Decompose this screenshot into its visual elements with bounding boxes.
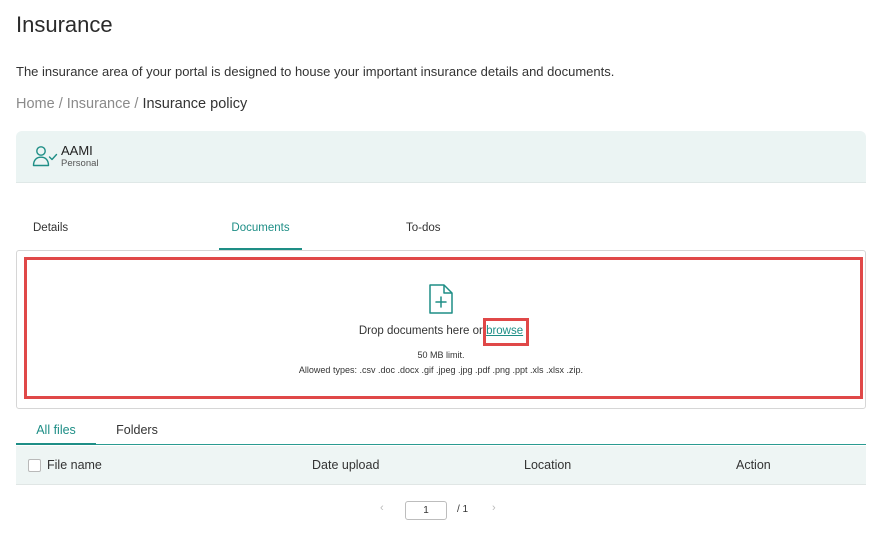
column-location[interactable]: Location — [524, 458, 571, 472]
chevron-left-icon[interactable]: ‹ — [380, 502, 384, 514]
file-tabs: All files Folders — [16, 418, 866, 445]
tab-todos[interactable]: To-dos — [406, 212, 466, 250]
policy-type: Personal — [61, 158, 99, 169]
breadcrumb-separator: / — [58, 96, 63, 112]
page-number-input[interactable] — [405, 501, 447, 520]
size-limit: 50 MB limit. — [417, 350, 465, 360]
tab-details[interactable]: Details — [33, 212, 93, 250]
tab-folders[interactable]: Folders — [112, 418, 162, 445]
upload-dropzone[interactable]: Drop documents here or browse 50 MB limi… — [16, 250, 866, 409]
policy-card: AAMI Personal — [16, 131, 866, 183]
page-description: The insurance area of your portal is des… — [16, 64, 615, 79]
user-check-icon — [32, 146, 58, 167]
chevron-right-icon[interactable]: › — [492, 502, 496, 514]
column-date-upload[interactable]: Date upload — [312, 458, 379, 472]
browse-highlight — [483, 318, 529, 346]
column-file-name[interactable]: File name — [47, 458, 102, 472]
policy-tabs: Details Documents To-dos — [16, 212, 866, 250]
pagination: ‹ / 1 › — [0, 500, 880, 520]
breadcrumb: Home / Insurance / Insurance policy — [16, 96, 247, 112]
drop-text: Drop documents here or — [358, 325, 483, 337]
breadcrumb-home[interactable]: Home — [16, 96, 55, 112]
page-title: Insurance — [16, 12, 113, 37]
breadcrumb-separator: / — [134, 96, 139, 112]
file-plus-icon — [429, 284, 453, 314]
breadcrumb-current: Insurance policy — [142, 96, 248, 112]
policy-name: AAMI — [61, 143, 93, 158]
select-all-checkbox[interactable] — [28, 459, 41, 472]
drop-instructions: Drop documents here or browse — [17, 325, 865, 337]
page-total: / 1 — [457, 504, 469, 515]
allowed-types: Allowed types: .csv .doc .docx .gif .jpe… — [298, 365, 584, 375]
breadcrumb-insurance[interactable]: Insurance — [67, 96, 131, 112]
tab-all-files[interactable]: All files — [16, 418, 96, 445]
tab-documents[interactable]: Documents — [219, 212, 302, 250]
table-header: File name Date upload Location Action — [16, 446, 866, 485]
column-action: Action — [736, 458, 771, 472]
